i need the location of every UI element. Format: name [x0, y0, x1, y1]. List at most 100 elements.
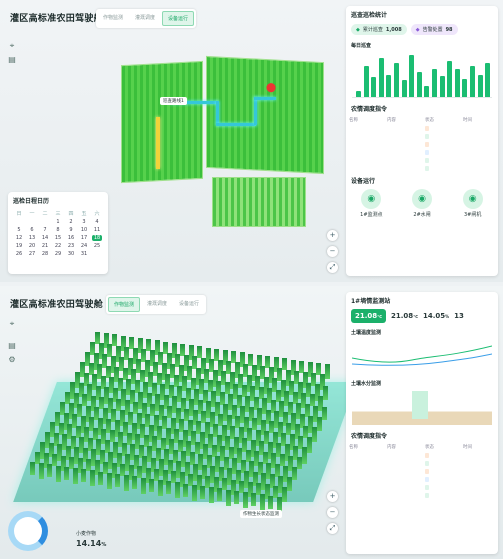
- temp-line-chart: [351, 345, 493, 366]
- calendar-day[interactable]: 17: [79, 235, 89, 241]
- table-row[interactable]: [346, 459, 498, 467]
- crop-3d-block[interactable]: 作物生长状态监测: [13, 322, 357, 532]
- calendar-day[interactable]: 22: [53, 243, 63, 249]
- chart-title: 每日巡查: [351, 43, 372, 49]
- crop-plant: [157, 480, 163, 496]
- zoom-in-icon[interactable]: +: [327, 230, 338, 241]
- crop-plant: [262, 452, 268, 464]
- calendar-day[interactable]: 20: [27, 243, 37, 249]
- calendar-title: 巡检日程日历: [13, 198, 50, 205]
- table-row[interactable]: [346, 451, 498, 459]
- tab-device-run[interactable]: 设备运行: [174, 297, 204, 312]
- chart-bar: [477, 74, 483, 97]
- table-row[interactable]: [346, 467, 498, 475]
- location-pin-icon[interactable]: ⬤: [266, 83, 276, 93]
- crop-plant: [273, 485, 278, 498]
- layers-icon[interactable]: ▤: [6, 340, 18, 352]
- calendar-day[interactable]: 4: [92, 219, 102, 225]
- crop-plant: [286, 476, 292, 491]
- crop-plant: [296, 456, 302, 469]
- zoom-out-icon[interactable]: −: [327, 507, 338, 518]
- highlight-column: [412, 391, 428, 419]
- table-cell: [425, 484, 429, 490]
- calendar-day[interactable]: 13: [27, 235, 37, 241]
- zoom-out-icon[interactable]: −: [327, 246, 338, 257]
- calendar-day[interactable]: 21: [40, 243, 50, 249]
- line-title: 土壤温度监测: [351, 330, 382, 336]
- calendar-day[interactable]: 14: [40, 235, 50, 241]
- calendar-day[interactable]: 11: [92, 227, 102, 233]
- table-cell: [425, 141, 429, 147]
- table-row[interactable]: [346, 124, 498, 132]
- crop-plant: [171, 471, 176, 484]
- table-row[interactable]: [346, 475, 498, 483]
- table-row[interactable]: [346, 132, 498, 140]
- table-row[interactable]: [346, 140, 498, 148]
- table-cell: [425, 125, 429, 131]
- field-block[interactable]: [212, 177, 306, 227]
- tab-irrigation[interactable]: 灌溉调度: [142, 297, 172, 312]
- device-card[interactable]: ◉ 3#闸机: [453, 189, 492, 218]
- calendar-day[interactable]: 15: [53, 235, 63, 241]
- fullscreen-icon[interactable]: ⤢: [327, 523, 338, 534]
- calendar-day[interactable]: 25: [92, 243, 102, 249]
- table-row[interactable]: [346, 491, 498, 499]
- crop-plant: [301, 446, 307, 464]
- route-line: [216, 123, 256, 126]
- layers-icon[interactable]: ▤: [6, 54, 18, 66]
- calendar-day[interactable]: 10: [79, 227, 89, 233]
- crop-plant: [194, 442, 200, 455]
- crop-plant: [231, 351, 236, 364]
- calendar-day[interactable]: 16: [66, 235, 76, 241]
- crop-plant: [30, 462, 35, 475]
- calendar-day[interactable]: 29: [53, 251, 63, 257]
- chart-bar: [378, 57, 384, 97]
- chart-bar: [386, 74, 392, 97]
- device-card[interactable]: ◉ 2#水闸: [403, 189, 442, 218]
- tab-device-run[interactable]: 设备运行: [162, 11, 195, 26]
- tab-crop-monitor[interactable]: 作物监测: [108, 297, 141, 312]
- table-row[interactable]: [346, 156, 498, 164]
- calendar-day[interactable]: 5: [14, 227, 24, 233]
- calendar-day[interactable]: 19: [14, 243, 24, 249]
- table-cell: [425, 157, 429, 163]
- crop-label: 作物生长状态监测: [240, 510, 282, 518]
- calendar-day[interactable]: 31: [79, 251, 89, 257]
- chart-bar: [432, 69, 437, 97]
- zoom-in-icon[interactable]: +: [327, 491, 338, 502]
- tab-crop-monitor[interactable]: 作物监测: [98, 11, 128, 26]
- calendar-day[interactable]: 1: [53, 219, 63, 225]
- field-block[interactable]: [121, 60, 203, 184]
- location-icon[interactable]: ⌖: [6, 40, 18, 52]
- calendar-day[interactable]: 7: [40, 227, 50, 233]
- calendar-day[interactable]: 3: [79, 219, 89, 225]
- tab-irrigation[interactable]: 灌溉调度: [130, 11, 160, 26]
- calendar-day[interactable]: 8: [53, 227, 63, 233]
- settings-icon[interactable]: ⚙: [6, 354, 18, 366]
- soil-temp-card: 21.08℃: [351, 309, 386, 323]
- calendar-day[interactable]: 24: [79, 243, 89, 249]
- calendar-day[interactable]: 2: [66, 219, 76, 225]
- calendar-day[interactable]: 27: [27, 251, 37, 257]
- crop-plant: [69, 456, 74, 469]
- crop-plant: [154, 468, 159, 481]
- calendar-day[interactable]: 30: [66, 251, 76, 257]
- calendar-day[interactable]: 26: [14, 251, 24, 257]
- crop-plant: [109, 430, 115, 443]
- fullscreen-icon[interactable]: ⤢: [327, 262, 338, 273]
- calendar-day[interactable]: 12: [14, 235, 24, 241]
- calendar-day[interactable]: 28: [40, 251, 50, 257]
- table-row[interactable]: [346, 164, 498, 172]
- calendar-day[interactable]: 9: [66, 227, 76, 233]
- calendar-day[interactable]: 6: [27, 227, 37, 233]
- calendar-day[interactable]: 23: [66, 243, 76, 249]
- table-row[interactable]: [346, 148, 498, 156]
- field-block[interactable]: [206, 55, 324, 175]
- crop-plant: [217, 488, 222, 502]
- crop-plant: [197, 346, 202, 359]
- location-icon[interactable]: ⌖: [6, 318, 18, 330]
- calendar-day[interactable]: 18: [92, 235, 102, 241]
- device-card[interactable]: ◉ 1#监测点: [352, 189, 391, 218]
- crop-plant: [137, 466, 142, 479]
- table-row[interactable]: [346, 483, 498, 491]
